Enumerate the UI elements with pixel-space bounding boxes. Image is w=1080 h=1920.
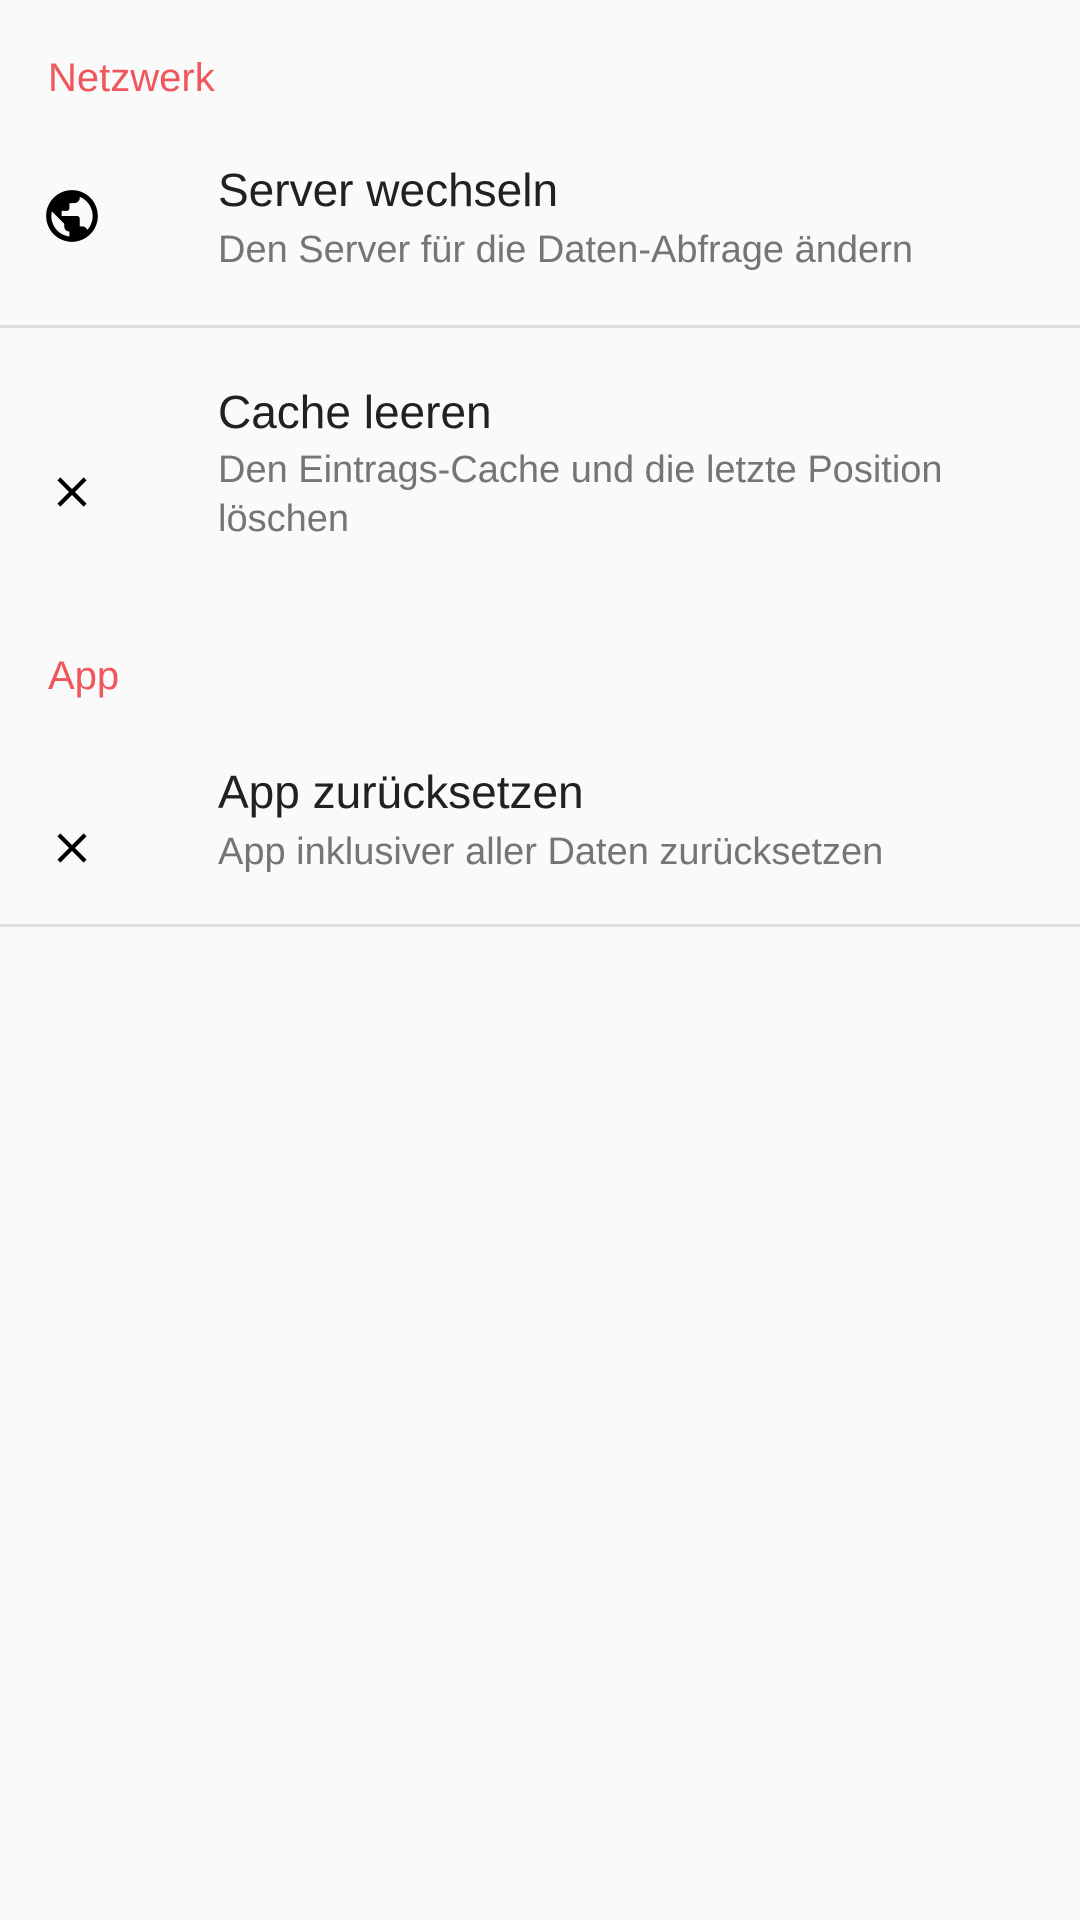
close-icon — [40, 816, 104, 880]
settings-screen: Netzwerk Server wechseln Den Server für … — [0, 0, 1080, 1920]
pref-item-clear-cache[interactable]: Cache leeren Den Eintrags-Cache und die … — [0, 328, 1080, 568]
section-header-app: App — [48, 654, 120, 698]
pref-item-change-server[interactable]: Server wechseln Den Server für die Daten… — [0, 130, 1080, 326]
pref-title: App zurücksetzen — [218, 766, 584, 818]
pref-summary: App inklusiver aller Daten zurücksetzen — [218, 831, 884, 873]
section-header-network: Netzwerk — [48, 56, 215, 100]
globe-icon — [40, 184, 104, 248]
pref-summary: Den Server für die Daten-Abfrage ändern — [218, 229, 913, 271]
pref-summary: Den Eintrags-Cache und die letzte Positi… — [218, 449, 943, 540]
pref-title: Server wechseln — [218, 164, 559, 216]
pref-title: Cache leeren — [218, 386, 492, 438]
pref-item-reset-app[interactable]: App zurücksetzen App inklusiver aller Da… — [0, 736, 1080, 924]
divider — [0, 924, 1080, 927]
close-icon — [40, 460, 104, 524]
